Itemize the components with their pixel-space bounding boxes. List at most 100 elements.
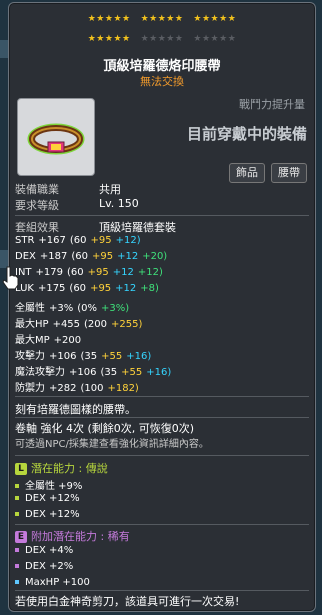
bullet-icon: [15, 496, 19, 500]
stat-bonus-flame: +20): [142, 251, 168, 262]
bonus-potential-header: E 附加潛在能力 : 稀有: [15, 528, 130, 544]
star-empty-icon: ★★★★★: [193, 34, 237, 44]
stat-base: (0%: [77, 303, 98, 314]
stat-name: 攻擊力: [15, 351, 45, 362]
stat-total: +175: [37, 283, 66, 294]
item-name: 頂級培羅德烙印腰帶: [103, 59, 221, 74]
stat-base: (60: [69, 283, 87, 294]
bonus-potential-label: 附加潛在能力 : 稀有: [31, 530, 130, 543]
bullet-icon: [15, 484, 19, 488]
stat-name: 最大MP: [15, 335, 50, 346]
stat-total: +3%: [49, 303, 74, 314]
stat-bonus-scroll: +182): [107, 383, 139, 394]
stat-bonus-star: +12: [117, 251, 139, 262]
stat-bonus-flame: +12): [137, 267, 163, 278]
item-description: 刻有培羅德圖樣的腰帶。: [15, 403, 136, 416]
belt-icon: [27, 123, 85, 155]
stat-bonus-scroll: +95: [90, 283, 112, 294]
scroll-upgrade-info: 卷軸 強化 4次 (剩餘0次, 可恢復0次): [15, 422, 195, 435]
job-label: 裝備職業: [15, 183, 59, 196]
stat-base: (35: [100, 367, 118, 378]
stat-name: DEX: [15, 251, 36, 262]
star-empty-icon: ★★★★★: [140, 34, 184, 44]
power-increase-label: 戰鬥力提升量: [239, 98, 305, 111]
stat-total: +187: [39, 251, 68, 262]
divider: [15, 455, 309, 456]
star-icon: ★★★★★: [193, 14, 237, 24]
stat-bonus-scroll: +55: [101, 351, 123, 362]
set-effect-label: 套組效果: [15, 221, 59, 234]
stat-bonus-scroll: +55: [121, 367, 143, 378]
stat-row: 魔法攻擊力 +106 (35 +55 +16): [15, 363, 175, 378]
star-icon: ★★★★★: [87, 34, 131, 44]
stat-bonus-star: +12: [115, 283, 137, 294]
stat-bonus-scroll: +95: [91, 251, 114, 262]
stat-row: LUK +175 (60 +95 +12 +8): [15, 283, 163, 294]
potential-line: 全屬性 +9%: [15, 477, 82, 492]
stat-row: DEX +187 (60 +95 +12 +20): [15, 251, 171, 262]
stat-total: +179: [35, 267, 64, 278]
stat-base: (60: [71, 251, 88, 262]
potential-header: L 潛在能力 : 傳說: [15, 460, 108, 476]
potential-line: DEX +12%: [15, 509, 80, 520]
stat-total: +106: [49, 351, 77, 362]
scroll-upgrade-note: 可透過NPC/採集建查看強化資訊詳細內容。: [15, 439, 209, 450]
bullet-icon: [15, 580, 19, 584]
epic-grade-icon: E: [15, 531, 27, 543]
stat-base: (60: [67, 267, 84, 278]
job-value: 共用: [99, 183, 121, 196]
divider: [15, 524, 309, 525]
hand-cursor-icon: [2, 266, 19, 290]
potential-label: 潛在能力 : 傳說: [31, 462, 108, 475]
stat-name: STR: [15, 235, 35, 246]
type-badge: 腰帶: [271, 163, 307, 183]
bonus-potential-line: DEX +2%: [15, 561, 73, 572]
bonus-potential-line: MaxHP +100: [15, 577, 90, 588]
divider: [15, 396, 309, 397]
stat-row: 防禦力 +282 (100 +182): [15, 379, 143, 394]
power-increase-value: 目前穿戴中的裝備: [186, 125, 307, 143]
bullet-icon: [15, 512, 19, 516]
stat-name: 全屬性: [15, 303, 45, 314]
item-icon-frame: [17, 98, 95, 176]
stat-total: +282: [49, 383, 77, 394]
stat-total: +200: [53, 335, 82, 346]
bonus-potential-line: DEX +4%: [15, 545, 73, 556]
stat-name: 魔法攻擊力: [15, 367, 65, 378]
star-icon: ★★★★★: [87, 14, 131, 24]
divider: [15, 590, 309, 591]
stat-row: 最大HP +455 (200 +255): [15, 315, 146, 330]
stat-total: +455: [52, 319, 81, 330]
stat-base: (200: [84, 319, 108, 330]
star-icon: ★★★★★: [140, 14, 184, 24]
legendary-grade-icon: L: [15, 463, 27, 475]
stat-base: (35: [80, 351, 98, 362]
stat-name: 防禦力: [15, 383, 45, 394]
set-effect-value: 頂級培羅德套裝: [99, 221, 176, 234]
scissors-hint: 若使用白金神奇剪刀，該道具可進行一次交易!: [15, 595, 240, 608]
stat-bonus-scroll: +3%): [101, 303, 130, 314]
stat-base: (100: [80, 383, 104, 394]
category-badge: 飾品: [229, 163, 265, 183]
stat-name: 最大HP: [15, 319, 49, 330]
bullet-icon: [15, 564, 19, 568]
stat-row: 最大MP +200: [15, 331, 85, 346]
stat-bonus-star: +16): [146, 367, 172, 378]
star-force-row-1: ★★★★★ ★★★★★ ★★★★★: [9, 13, 315, 25]
stat-bonus-flame: +8): [140, 283, 159, 294]
stat-total: +106: [69, 367, 97, 378]
stat-bonus-scroll: +95: [90, 235, 112, 246]
stat-row: STR +167 (60 +95 +12): [15, 235, 145, 246]
level-value: Lv. 150: [99, 197, 139, 210]
item-tooltip: ★★★★★ ★★★★★ ★★★★★ ★★★★★ ★★★★★ ★★★★★ 頂級培羅德烙印腰…: [8, 2, 316, 612]
divider: [15, 417, 309, 418]
stat-bonus-scroll: +255): [111, 319, 143, 330]
stat-bonus-star: +12): [115, 235, 141, 246]
stat-row: 攻擊力 +106 (35 +55 +16): [15, 347, 155, 362]
divider: [15, 215, 309, 216]
stat-total: +167: [38, 235, 66, 246]
trade-restriction: 無法交換: [140, 75, 184, 88]
stat-row: 全屬性 +3% (0% +3%): [15, 299, 133, 314]
star-force-row-2: ★★★★★ ★★★★★ ★★★★★: [9, 33, 315, 45]
level-label: 要求等級: [15, 199, 59, 212]
